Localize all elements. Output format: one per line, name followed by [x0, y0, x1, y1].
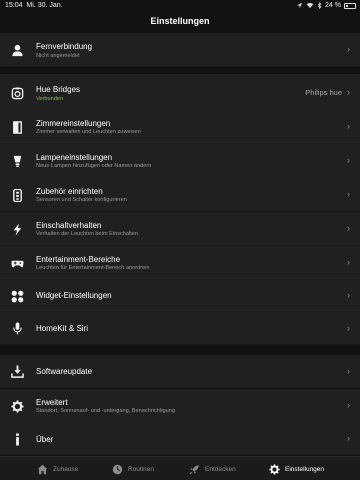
settings-row-homekit-siri[interactable]: HomeKit & Siri › — [0, 312, 360, 345]
row-title: HomeKit & Siri — [36, 324, 89, 333]
row-title: Einschaltverhalten — [36, 221, 102, 230]
location-icon — [296, 2, 303, 9]
person-icon — [10, 43, 24, 57]
widgets-icon — [10, 289, 24, 303]
chevron-right-icon: › — [347, 155, 350, 165]
chevron-right-icon: › — [347, 366, 350, 376]
row-subtitle: Verhalten der Leuchten beim Einschalten — [36, 231, 138, 237]
chevron-right-icon: › — [347, 44, 350, 54]
row-title: Zimmereinstellungen — [36, 119, 111, 128]
tab-bar: Zuhause Routinen Entdecken Einstellungen — [0, 456, 360, 480]
settings-row-lamps[interactable]: Lampeneinstellungen Neue Lampen hinzufüg… — [0, 144, 360, 178]
rocket-icon — [189, 464, 199, 474]
settings-row-accessories[interactable]: Zubehör einrichten Sensoren und Schalter… — [0, 178, 360, 212]
row-subtitle: Standort, Sonnenauf- und -untergang, Ben… — [36, 408, 176, 414]
settings-row-widgets[interactable]: Widget-Einstellungen › — [0, 280, 360, 312]
page-title: Einstellungen — [150, 16, 210, 26]
row-title: Zubehör einrichten — [36, 187, 103, 196]
download-icon — [10, 364, 24, 378]
settings-row-hue-bridges[interactable]: Hue Bridges Verbunden Philips hue › — [0, 74, 360, 111]
tab-routines[interactable]: Routinen — [112, 457, 154, 480]
gear-icon — [269, 463, 280, 475]
tab-label: Zuhause — [53, 465, 79, 473]
battery-percent: 24 % — [325, 2, 341, 9]
status-right: 24 % — [296, 2, 356, 9]
status-left: 15:04 Mi. 30. Jan. — [5, 2, 63, 9]
row-title: Lampeneinstellungen — [36, 153, 113, 162]
remote-icon — [10, 188, 24, 202]
chevron-right-icon: › — [347, 400, 350, 410]
lamp-icon — [10, 154, 24, 168]
tab-discover[interactable]: Entdecken — [189, 457, 236, 480]
bridge-icon — [10, 86, 24, 100]
row-subtitle: Sensoren und Schalter konfigurieren — [36, 197, 127, 203]
tab-label: Entdecken — [205, 465, 236, 473]
info-icon — [10, 432, 24, 446]
chevron-right-icon: › — [347, 323, 350, 333]
settings-row-rooms[interactable]: Zimmereinstellungen Zimmer verwalten und… — [0, 110, 360, 144]
battery-icon — [344, 2, 356, 9]
gear-icon — [10, 399, 24, 413]
row-title: Fernverbindung — [36, 42, 93, 51]
row-title: Widget-Einstellungen — [36, 291, 112, 300]
row-title: Erweitert — [36, 398, 68, 407]
row-status: Verbunden — [36, 96, 64, 102]
settings-row-software-update[interactable]: Softwareupdate › — [0, 355, 360, 388]
chevron-right-icon: › — [347, 257, 350, 267]
microphone-icon — [10, 321, 24, 335]
row-subtitle: Zimmer verwalten und Leuchten zuweisen — [36, 129, 141, 135]
chevron-right-icon: › — [347, 121, 350, 131]
door-icon — [10, 120, 24, 134]
row-subtitle: Nicht angemeldet — [36, 53, 80, 59]
bolt-icon — [10, 222, 24, 236]
chevron-right-icon: › — [347, 223, 350, 233]
bluetooth-icon — [317, 2, 322, 9]
wifi-icon — [306, 2, 314, 9]
bridge-name: Philips hue — [305, 88, 342, 97]
row-title: Über — [36, 435, 54, 444]
tab-label: Einstellungen — [285, 465, 325, 473]
settings-row-power-on-behavior[interactable]: Einschaltverhalten Verhalten der Leuchte… — [0, 212, 360, 246]
chevron-right-icon: › — [347, 290, 350, 300]
row-title: Entertainment-Bereiche — [36, 255, 121, 264]
row-title: Hue Bridges — [36, 85, 81, 94]
clock-icon — [112, 464, 123, 474]
row-subtitle: Neue Lampen hinzufügen oder Namen ändern — [36, 163, 152, 169]
gamepad-icon — [10, 256, 24, 270]
settings-row-entertainment[interactable]: Entertainment-Bereiche Leuchten für Ente… — [0, 246, 360, 280]
row-subtitle: Leuchten für Entertainment-Bereich anord… — [36, 265, 150, 271]
status-date: Mi. 30. Jan. — [26, 2, 63, 9]
tab-label: Routinen — [128, 465, 155, 473]
home-icon — [37, 464, 48, 474]
status-bar: 15:04 Mi. 30. Jan. 24 % — [0, 0, 360, 12]
chevron-right-icon: › — [347, 433, 350, 443]
tab-settings[interactable]: Einstellungen — [269, 457, 324, 480]
row-title: Softwareupdate — [36, 367, 93, 376]
chevron-right-icon: › — [347, 189, 350, 199]
status-time: 15:04 — [5, 2, 23, 9]
settings-row-remote-connection[interactable]: Fernverbindung Nicht angemeldet › — [0, 33, 360, 67]
settings-row-advanced[interactable]: Erweitert Standort, Sonnenauf- und -unte… — [0, 389, 360, 423]
settings-row-about[interactable]: Über › — [0, 423, 360, 455]
chevron-right-icon: › — [347, 87, 350, 97]
tab-home[interactable]: Zuhause — [37, 457, 78, 480]
